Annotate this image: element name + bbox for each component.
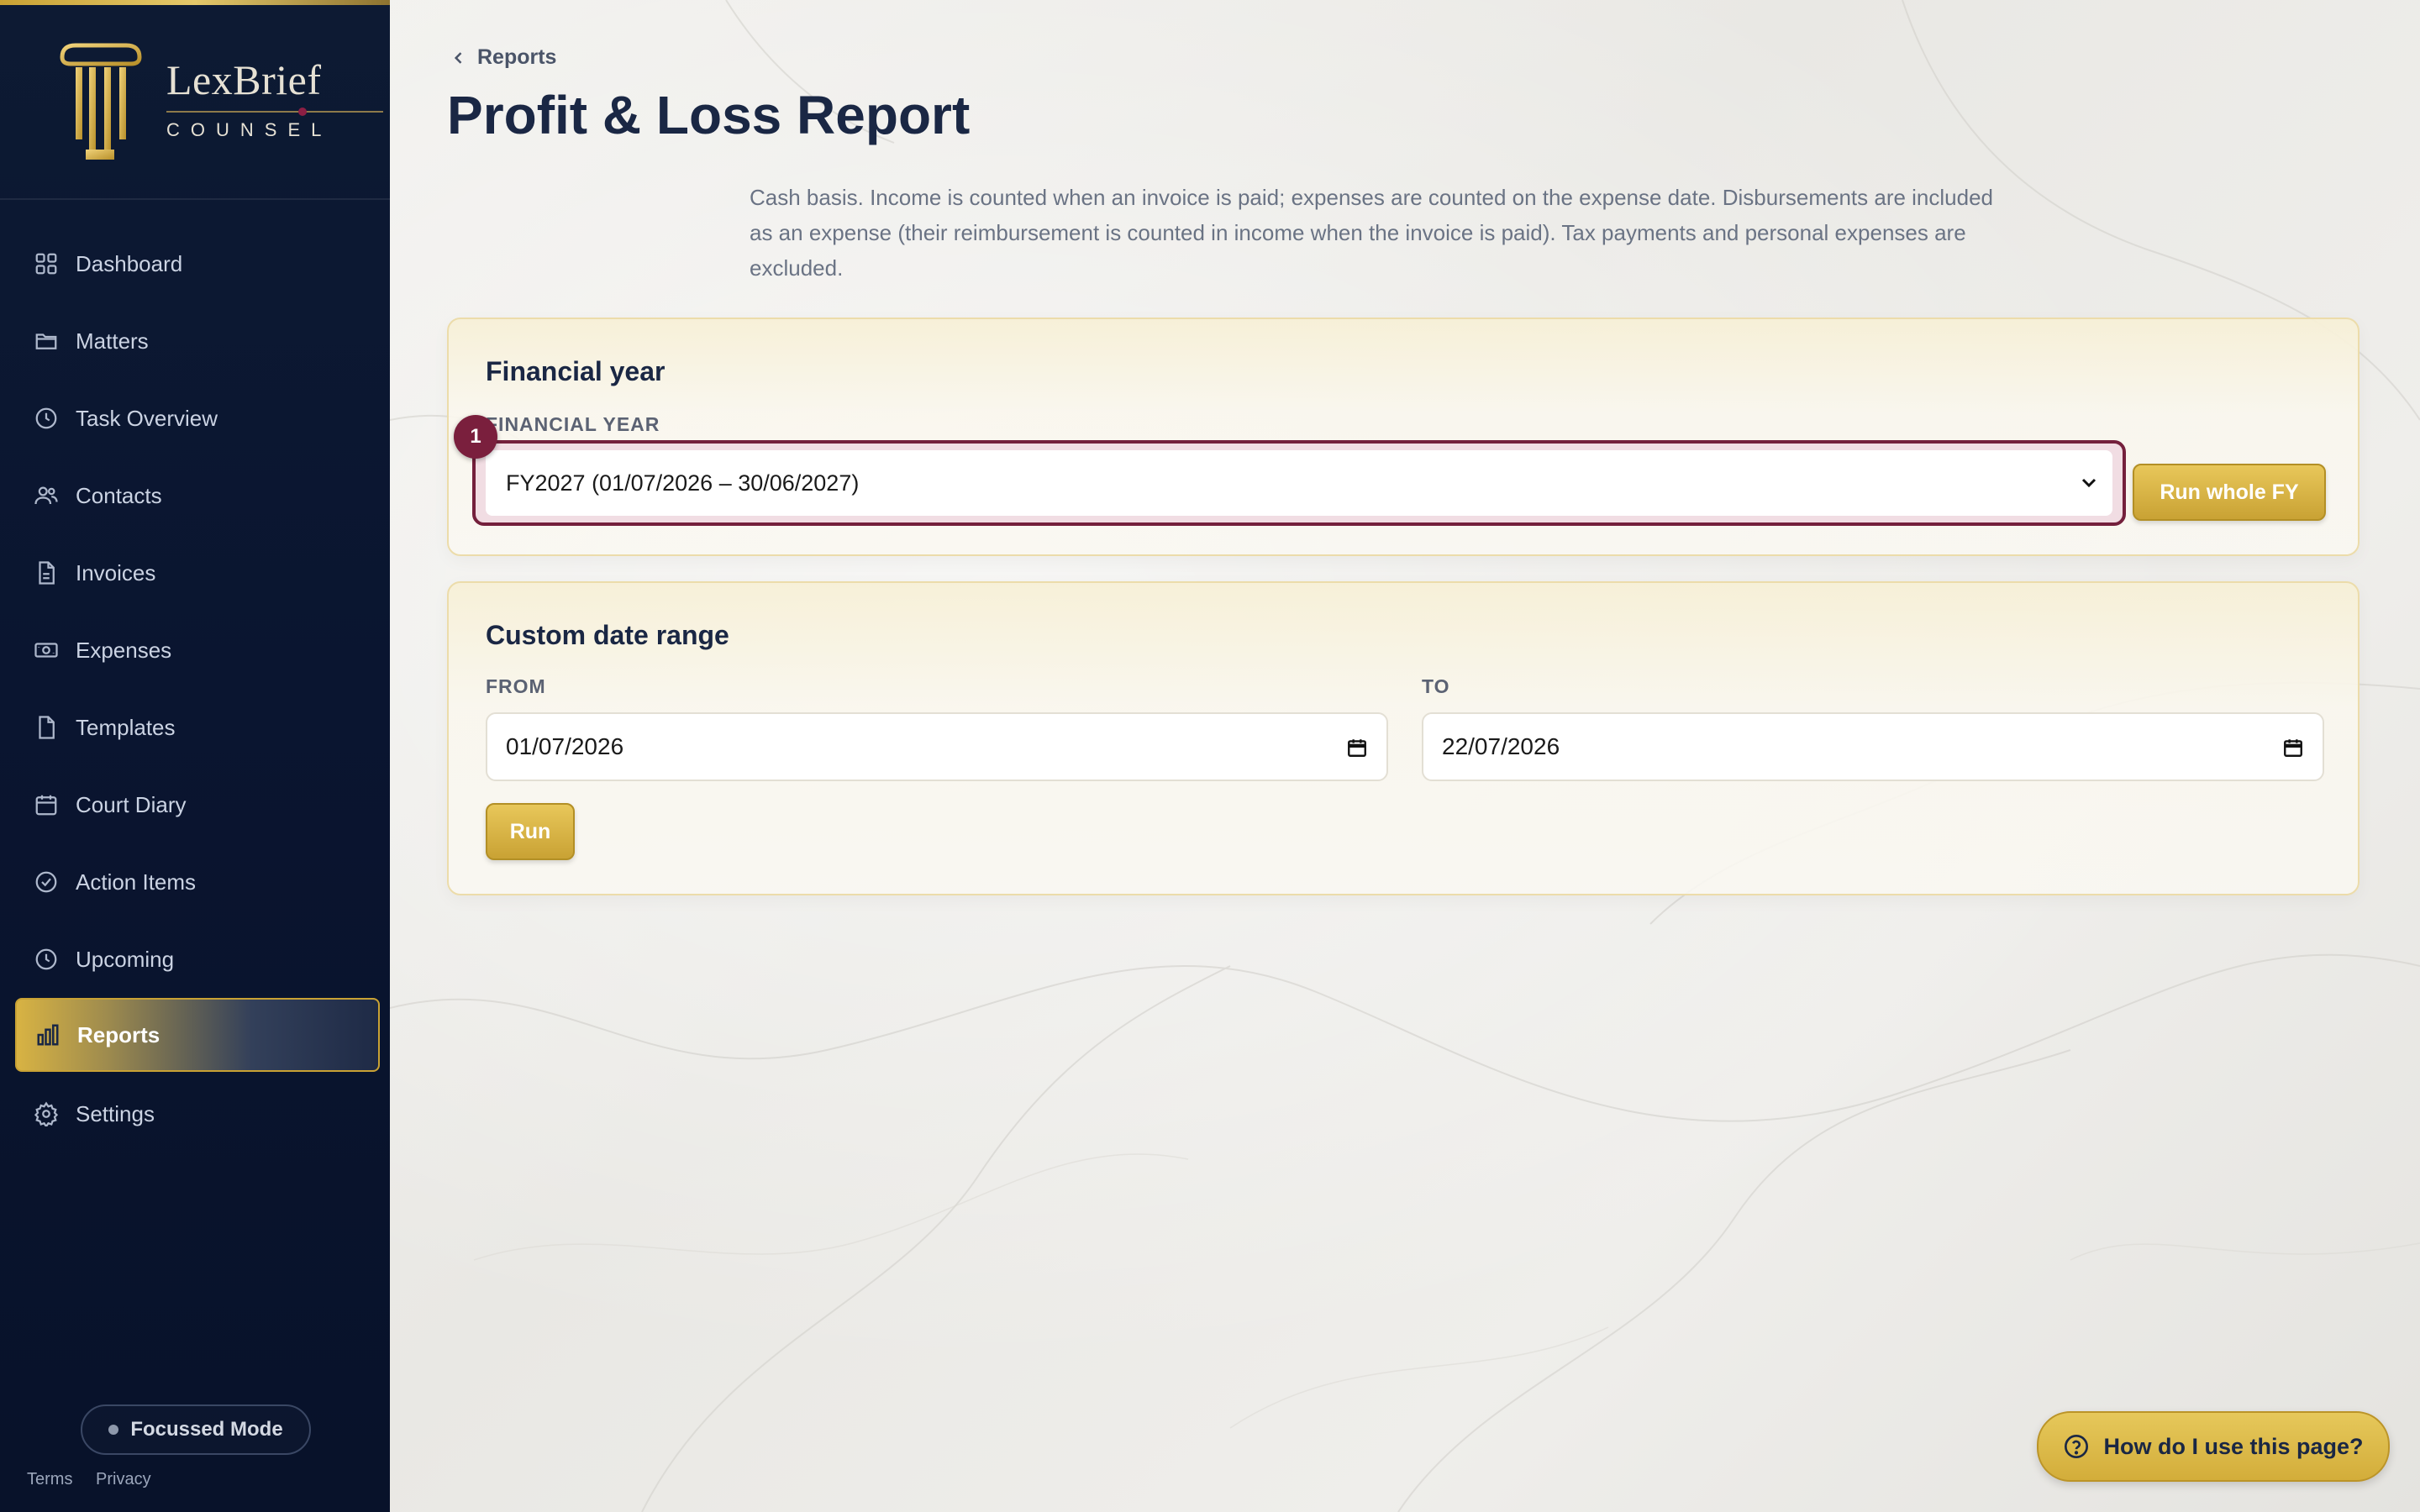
chevron-down-icon	[2081, 478, 2096, 488]
brand-dot	[298, 108, 307, 116]
sidebar-item-dashboard[interactable]: Dashboard	[15, 228, 376, 299]
help-button[interactable]: How do I use this page?	[2037, 1411, 2390, 1482]
file-icon	[34, 715, 59, 740]
calendar-icon[interactable]	[2282, 737, 2304, 759]
sidebar-divider	[0, 198, 390, 200]
financial-year-select-highlight: FY2027 (01/07/2026 – 30/06/2027)	[472, 440, 2126, 526]
sidebar-item-court-diary[interactable]: Court Diary	[15, 769, 376, 840]
financial-year-label: FINANCIAL YEAR	[486, 413, 660, 435]
page-title: Profit & Loss Report	[447, 85, 971, 145]
sidebar-item-invoices[interactable]: Invoices	[15, 538, 376, 608]
clock-icon	[34, 406, 59, 431]
sidebar-item-label: Matters	[76, 328, 149, 354]
banknote-icon	[34, 638, 59, 663]
clock-icon	[34, 947, 59, 972]
sidebar-item-action-items[interactable]: Action Items	[15, 847, 376, 917]
financial-year-card: Financial year FINANCIAL YEAR FY2027 (01…	[447, 318, 2360, 556]
run-button[interactable]: Run	[486, 803, 575, 860]
folder-icon	[34, 328, 59, 354]
sidebar-item-upcoming[interactable]: Upcoming	[15, 924, 376, 995]
sidebar-item-label: Reports	[77, 1021, 160, 1047]
bar-chart-icon	[35, 1022, 60, 1047]
sidebar-item-templates[interactable]: Templates	[15, 692, 376, 763]
sidebar-item-label: Settings	[76, 1100, 155, 1126]
to-date-value: 22/07/2026	[1442, 733, 1560, 759]
sidebar-item-label: Court Diary	[76, 791, 187, 817]
breadcrumb-reports: Reports	[477, 45, 557, 69]
main-content: Reports Profit & Loss Report Cash basis.…	[390, 0, 2420, 1512]
page-description: Cash basis. Income is counted when an in…	[750, 185, 1994, 281]
terms-link[interactable]: Terms	[27, 1470, 72, 1489]
breadcrumb[interactable]: Reports	[450, 45, 556, 70]
chevron-left-icon	[454, 51, 462, 64]
financial-year-title: Financial year	[486, 356, 666, 386]
brand-subtitle: COUNSEL	[166, 119, 333, 140]
sidebar-item-contacts[interactable]: Contacts	[15, 460, 376, 531]
custom-date-range-card: Custom date range FROM 01/07/2026 TO 22/…	[447, 581, 2360, 895]
brand-logo[interactable]: LexBrief COUNSEL	[57, 42, 383, 168]
sidebar: LexBrief COUNSEL Dashboard Matters Task …	[0, 0, 390, 1512]
pillar-logo-icon	[60, 43, 142, 160]
sidebar-item-label: Task Overview	[76, 405, 218, 431]
status-dot	[108, 1425, 119, 1435]
sidebar-item-label: Templates	[76, 714, 176, 740]
run-whole-fy-button[interactable]: Run whole FY	[2133, 464, 2326, 521]
to-label: TO	[1422, 675, 1450, 697]
sidebar-item-label: Expenses	[76, 637, 172, 663]
brand-name: LexBrief	[166, 56, 322, 103]
help-button-label: How do I use this page?	[2103, 1433, 2364, 1459]
focussed-mode-button[interactable]: Focussed Mode	[81, 1404, 311, 1455]
check-circle-icon	[34, 869, 59, 895]
sidebar-item-label: Invoices	[76, 559, 156, 585]
calendar-icon[interactable]	[1346, 737, 1368, 759]
sidebar-item-label: Dashboard	[76, 250, 183, 276]
sidebar-item-task-overview[interactable]: Task Overview	[15, 383, 376, 454]
to-date-input[interactable]: 22/07/2026	[1422, 712, 2324, 781]
sidebar-item-reports[interactable]: Reports	[15, 998, 380, 1072]
custom-date-range-title: Custom date range	[486, 620, 729, 650]
users-icon	[34, 483, 59, 508]
privacy-link[interactable]: Privacy	[96, 1470, 151, 1489]
calendar-icon	[34, 792, 59, 817]
focussed-mode-label: Focussed Mode	[130, 1418, 283, 1441]
sidebar-item-label: Contacts	[76, 482, 162, 508]
from-date-value: 01/07/2026	[506, 733, 624, 759]
sidebar-item-settings[interactable]: Settings	[15, 1079, 376, 1149]
question-circle-icon	[2065, 1435, 2089, 1458]
sidebar-item-matters[interactable]: Matters	[15, 306, 376, 376]
gear-icon	[34, 1101, 59, 1126]
sidebar-accent-line	[0, 0, 390, 5]
sidebar-item-expenses[interactable]: Expenses	[15, 615, 376, 685]
document-icon	[34, 560, 59, 585]
brand-divider	[166, 111, 383, 113]
sidebar-item-label: Upcoming	[76, 946, 175, 972]
financial-year-select[interactable]: FY2027 (01/07/2026 – 30/06/2027)	[486, 450, 2112, 516]
dashboard-icon	[34, 251, 59, 276]
from-label: FROM	[486, 675, 546, 697]
from-date-input[interactable]: 01/07/2026	[486, 712, 1388, 781]
step-badge: 1	[454, 415, 497, 459]
financial-year-selected: FY2027 (01/07/2026 – 30/06/2027)	[506, 470, 860, 496]
sidebar-item-label: Action Items	[76, 869, 197, 895]
